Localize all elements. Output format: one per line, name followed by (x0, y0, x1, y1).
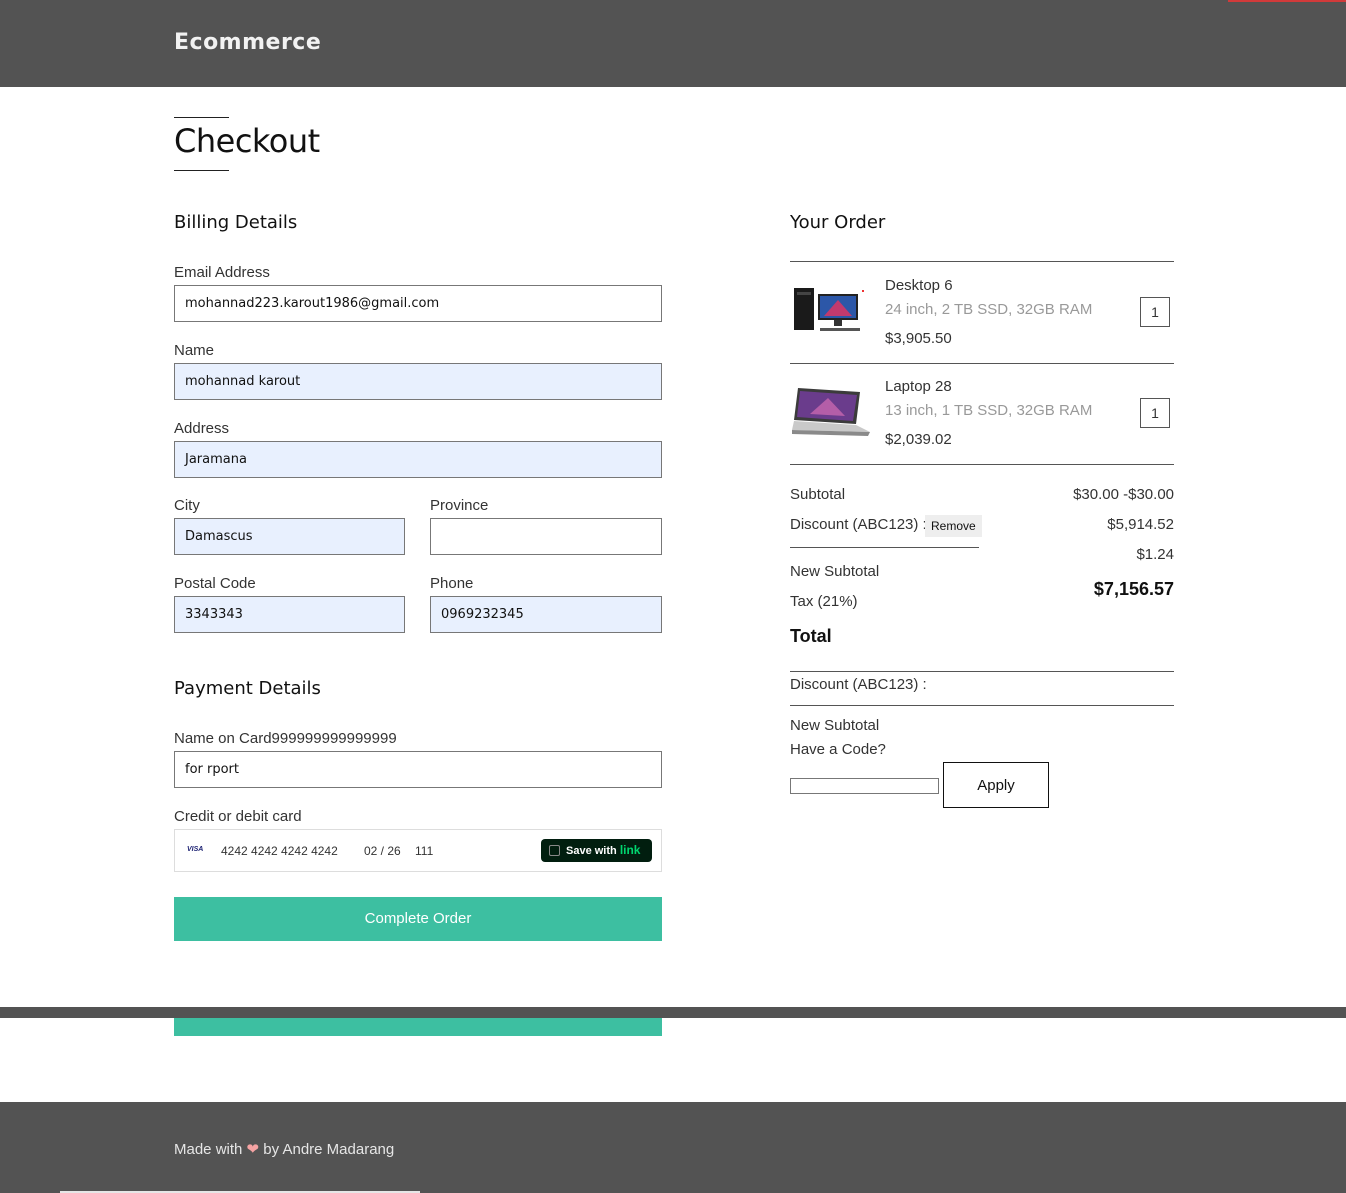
footer-prefix: Made with (174, 1141, 243, 1158)
subtotal-value: $30.00 -$30.00 (1073, 486, 1174, 503)
subtotal-label: Subtotal (790, 486, 846, 503)
name-label: Name (174, 342, 215, 359)
page-title: Checkout (174, 122, 320, 160)
item-name[interactable]: Desktop 6 (885, 277, 953, 294)
email-label: Email Address (174, 264, 270, 281)
quantity-select[interactable]: 1 (1140, 398, 1170, 428)
accent-line (1228, 0, 1346, 2)
order-divider (790, 261, 1174, 262)
card-element[interactable]: VISA 4242 4242 4242 4242 02 / 26 111 Sav… (174, 829, 662, 872)
phone-label: Phone (430, 575, 474, 592)
footer: Made with ❤ by Andre Madarang (0, 1102, 1346, 1193)
discount-value: $5,914.52 (1107, 516, 1174, 533)
postal-code-label: Postal Code (174, 575, 256, 592)
checkbox-icon[interactable] (549, 845, 560, 856)
tax-label: Tax (21%) (790, 593, 858, 610)
quantity-select[interactable]: 1 (1140, 297, 1170, 327)
payment-heading: Payment Details (174, 678, 321, 699)
name-on-card-label: Name on Card999999999999999 (174, 730, 397, 747)
discount-label-secondary: Discount (ABC123) : (790, 676, 927, 693)
item-details: 13 inch, 1 TB SSD, 32GB RAM (885, 402, 1093, 419)
discount-code-input[interactable] (790, 778, 939, 794)
address-input[interactable]: Jaramana (174, 441, 662, 478)
billing-heading: Billing Details (174, 212, 298, 233)
email-input[interactable]: mohannad223.karout1986@gmail.com (174, 285, 662, 322)
brand-logo[interactable]: Ecommerce (174, 30, 321, 55)
new-subtotal-label-secondary: New Subtotal (790, 717, 880, 734)
item-divider (790, 363, 1174, 364)
total-divider (790, 671, 1174, 672)
duplicate-complete-order-button[interactable] (174, 1018, 662, 1036)
link-logo: link (619, 843, 641, 857)
item-price: $2,039.02 (885, 431, 952, 448)
city-label: City (174, 497, 200, 514)
new-subtotal-label: New Subtotal (790, 563, 880, 580)
city-input[interactable]: Damascus (174, 518, 405, 555)
discount-divider (790, 547, 979, 548)
item-price: $3,905.50 (885, 330, 952, 347)
card-number-input[interactable]: 4242 4242 4242 4242 (221, 844, 338, 858)
name-input[interactable]: mohannad karout (174, 363, 662, 400)
phone-input[interactable]: 0969232345 (430, 596, 662, 633)
items-end-divider (790, 464, 1174, 465)
code-prompt: Have a Code? (790, 741, 886, 758)
discount-secondary-divider (790, 705, 1174, 706)
desktop-computer-image (790, 282, 870, 336)
extra-value: $1.24 (1136, 546, 1174, 563)
page-title-block: Checkout (174, 117, 320, 171)
title-rule-bottom (174, 170, 229, 171)
footer-credit: Made with ❤ by Andre Madarang (174, 1140, 394, 1158)
remove-discount-button[interactable]: Remove (925, 515, 982, 537)
item-details: 24 inch, 2 TB SSD, 32GB RAM (885, 301, 1093, 318)
overlay-bar (0, 1007, 1346, 1018)
visa-icon: VISA (187, 846, 204, 853)
province-label: Province (430, 497, 489, 514)
complete-order-button[interactable]: Complete Order (174, 897, 662, 941)
title-rule-top (174, 117, 229, 118)
order-heading: Your Order (790, 212, 886, 233)
card-label: Credit or debit card (174, 808, 302, 825)
save-with-text: Save with (566, 845, 617, 857)
apply-code-button[interactable]: Apply (943, 762, 1049, 808)
save-with-link-button[interactable]: Save with link (541, 839, 652, 862)
laptop-image (790, 386, 872, 440)
item-name[interactable]: Laptop 28 (885, 378, 952, 395)
postal-code-input[interactable]: 3343343 (174, 596, 405, 633)
address-label: Address (174, 420, 230, 437)
top-nav-bar: Ecommerce (0, 0, 1346, 87)
footer-suffix: by Andre Madarang (263, 1141, 395, 1158)
total-value: $7,156.57 (1093, 579, 1174, 599)
card-expiry-input[interactable]: 02 / 26 (364, 844, 401, 858)
province-input[interactable] (430, 518, 662, 555)
heart-icon: ❤ (246, 1141, 260, 1158)
card-cvc-input[interactable]: 111 (415, 844, 433, 858)
name-on-card-input[interactable]: for rport (174, 751, 662, 788)
total-label: Total (790, 626, 832, 646)
discount-label: Discount (ABC123) : (790, 516, 927, 533)
